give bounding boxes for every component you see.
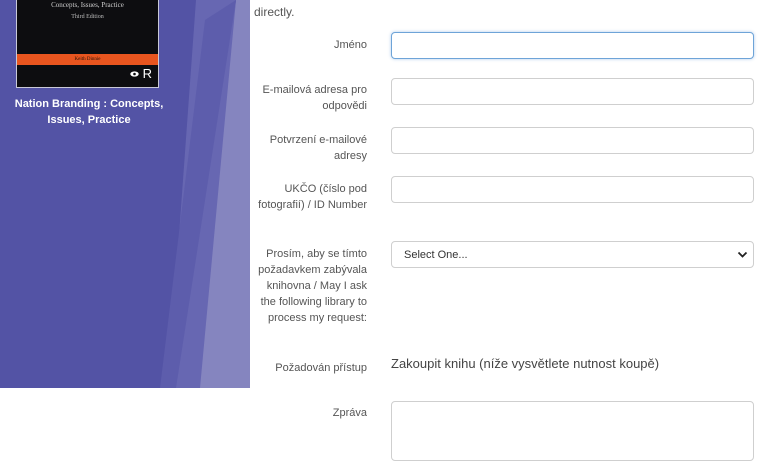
id-number-field[interactable] — [391, 176, 754, 203]
cover-author: Keith Dinnie — [74, 57, 101, 62]
access-value: Zakoupit knihu (níže vysvětlete nutnost … — [391, 356, 660, 371]
book-sidebar: Concepts, Issues, Practice Third Edition… — [0, 0, 250, 388]
intro-text: directly. — [254, 5, 295, 19]
book-cover-image[interactable]: Concepts, Issues, Practice Third Edition… — [16, 0, 159, 88]
name-field[interactable] — [391, 32, 754, 59]
email-label: E-mailová adresa pro odpovědi — [262, 84, 367, 112]
cover-author-band: Keith Dinnie — [17, 54, 158, 65]
eye-icon — [130, 71, 139, 77]
message-label: Zpráva — [332, 407, 367, 419]
email-confirm-label: Potvrzení e-mailové adresy — [269, 134, 367, 162]
book-title[interactable]: Nation Branding : Concepts, Issues, Prac… — [12, 96, 166, 128]
publisher-logo: R — [130, 66, 152, 81]
library-select[interactable]: Select One... — [391, 241, 754, 268]
email-confirm-field[interactable] — [391, 127, 754, 154]
message-field[interactable] — [391, 401, 754, 461]
access-label: Požadován přístup — [275, 362, 367, 374]
id-number-label: UKČO (číslo pod fotografií) / ID Number — [258, 183, 367, 211]
chevron-down-icon — [737, 251, 748, 258]
cover-subtitle: Concepts, Issues, Practice — [51, 1, 124, 9]
cover-edition: Third Edition — [71, 14, 104, 20]
library-select-value: Select One... — [404, 249, 468, 261]
library-label: Prosím, aby se tímto požadavkem zabývala… — [258, 248, 367, 324]
email-field[interactable] — [391, 78, 754, 105]
publisher-logo-letter: R — [142, 66, 152, 81]
name-label: Jméno — [333, 39, 367, 51]
